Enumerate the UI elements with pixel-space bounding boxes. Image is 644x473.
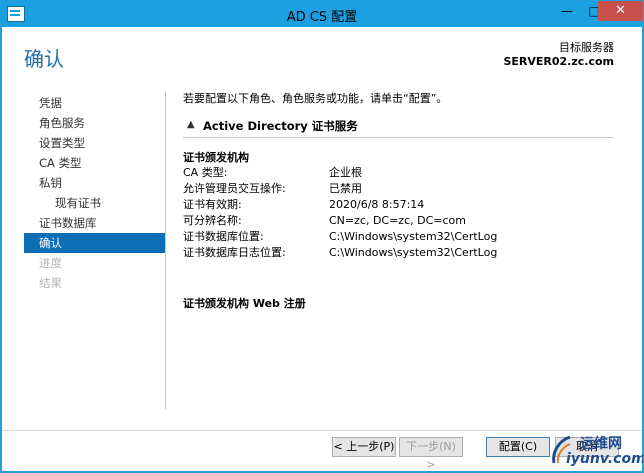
- nav-item-private-key[interactable]: 私钥: [24, 173, 165, 193]
- property-key: 证书数据库日志位置:: [183, 246, 286, 259]
- nav-item-credentials[interactable]: 凭据: [24, 93, 165, 113]
- property-row: 允许管理员交互操作: 已禁用: [183, 181, 613, 197]
- nav-item-confirmation[interactable]: 确认: [24, 233, 165, 253]
- property-key: CA 类型:: [183, 166, 228, 179]
- intro-text: 若要配置以下角色、角色服务或功能，请单击“配置”。: [183, 92, 448, 105]
- ad-cs-config-window: AD CS 配置 — □ ✕ 确认 目标服务器 SERVER02.zc.com …: [0, 0, 644, 473]
- nav-item-cert-database[interactable]: 证书数据库: [24, 213, 165, 233]
- property-key: 允许管理员交互操作:: [183, 182, 286, 195]
- close-button[interactable]: ✕: [598, 1, 643, 21]
- property-value: 已禁用: [329, 182, 362, 195]
- nav-item-existing-cert[interactable]: 现有证书: [24, 193, 165, 213]
- next-button: 下一步(N) >: [399, 437, 463, 471]
- property-value: 2020/6/8 8:57:14: [329, 198, 425, 211]
- property-key: 证书有效期:: [183, 198, 242, 211]
- property-row: CA 类型: 企业根: [183, 165, 613, 181]
- property-value: C:\Windows\system32\CertLog: [329, 230, 498, 243]
- window-title: AD CS 配置: [286, 10, 358, 25]
- page-title: 确认: [24, 47, 64, 71]
- group-title-web-enrollment: 证书颁发机构 Web 注册: [183, 297, 306, 310]
- section-title: Active Directory 证书服务: [203, 119, 358, 133]
- configure-button[interactable]: 配置(C): [486, 437, 550, 457]
- nav-divider: [165, 91, 166, 409]
- property-key: 可分辨名称:: [183, 214, 242, 227]
- section-header-adcs[interactable]: ▲ Active Directory 证书服务: [183, 117, 613, 138]
- watermark-top-text: 运维网: [580, 436, 622, 452]
- property-value: CN=zc, DC=zc, DC=com: [329, 214, 466, 227]
- property-value: 企业根: [329, 166, 362, 179]
- nav-item-ca-type[interactable]: CA 类型: [24, 153, 165, 173]
- nav-item-progress: 进度: [39, 256, 62, 270]
- property-row: 证书数据库日志位置: C:\Windows\system32\CertLog: [183, 245, 613, 261]
- previous-button[interactable]: < 上一步(P): [332, 437, 396, 457]
- chevron-up-icon[interactable]: ▲: [187, 119, 195, 130]
- property-row: 证书有效期: 2020/6/8 8:57:14: [183, 197, 613, 213]
- client-area: 确认 目标服务器 SERVER02.zc.com 凭据 角色服务 设置类型 CA…: [2, 27, 644, 471]
- property-row: 可分辨名称: CN=zc, DC=zc, DC=com: [183, 213, 613, 229]
- watermark-bottom-text: iyunv.com: [566, 451, 644, 467]
- group-title-ca: 证书颁发机构: [183, 151, 249, 164]
- minimize-button[interactable]: —: [554, 1, 580, 21]
- property-key: 证书数据库位置:: [183, 230, 264, 243]
- target-server-name: SERVER02.zc.com: [503, 55, 614, 68]
- property-value: C:\Windows\system32\CertLog: [329, 246, 498, 259]
- nav-item-role-services[interactable]: 角色服务: [24, 113, 165, 133]
- footer-divider: [2, 430, 642, 431]
- nav-item-setup-type[interactable]: 设置类型: [24, 133, 165, 153]
- wizard-nav: 凭据 角色服务 设置类型 CA 类型 私钥 现有证书 证书数据库 确认 进度 结…: [24, 93, 165, 293]
- watermark: 运维网 iyunv.com: [550, 431, 644, 471]
- property-list: CA 类型: 企业根 允许管理员交互操作: 已禁用 证书有效期: 2020/6/…: [183, 165, 613, 261]
- title-bar[interactable]: AD CS 配置 — □ ✕: [1, 1, 643, 27]
- target-server-label: 目标服务器: [559, 41, 614, 54]
- confirmation-content: 若要配置以下角色、角色服务或功能，请单击“配置”。 ▲ Active Direc…: [183, 91, 613, 310]
- property-row: 证书数据库位置: C:\Windows\system32\CertLog: [183, 229, 613, 245]
- nav-item-results: 结果: [39, 276, 62, 290]
